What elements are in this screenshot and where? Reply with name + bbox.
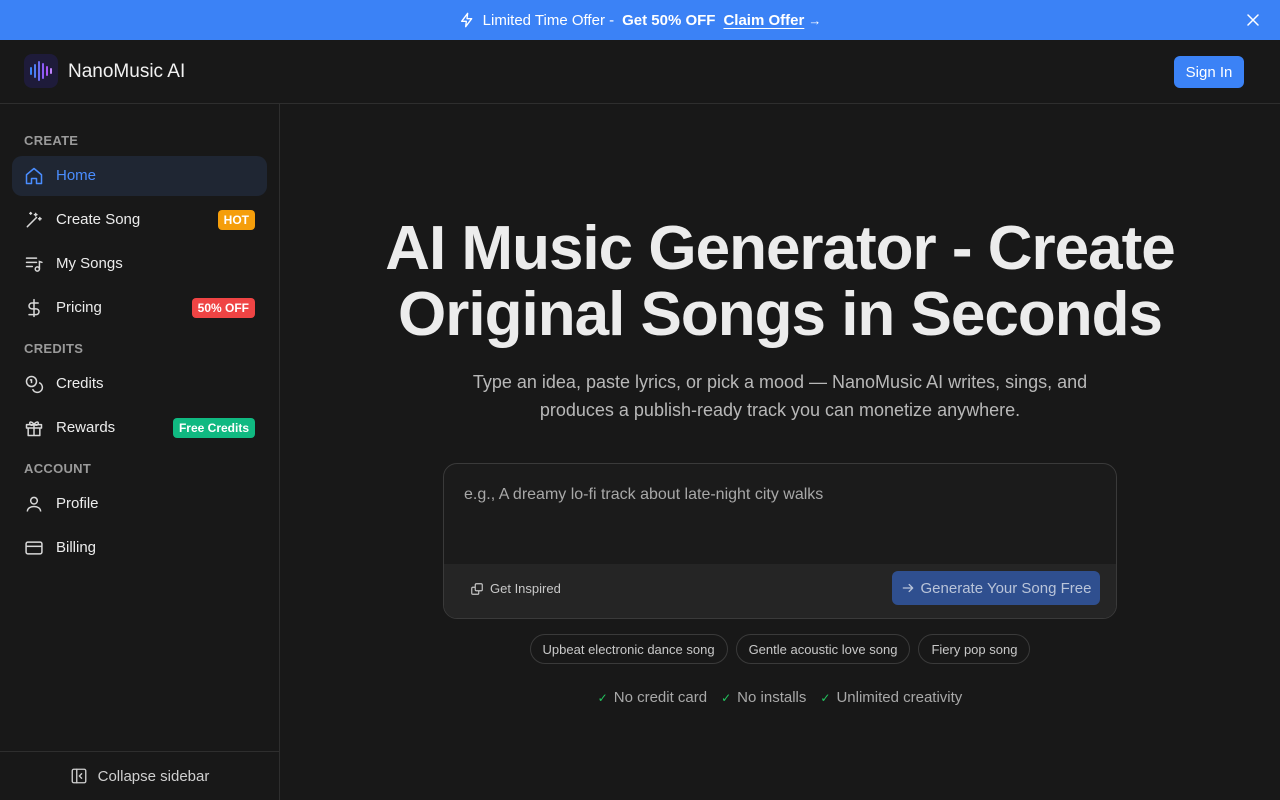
generate-label: Generate Your Song Free: [920, 579, 1092, 597]
feature-item: ✓ No credit card: [598, 689, 707, 706]
sidebar-item-label: Rewards: [56, 419, 116, 436]
discount-badge: 50% OFF: [191, 298, 255, 318]
hot-badge: HOT: [217, 210, 255, 230]
free-credits-badge: Free Credits: [172, 418, 255, 438]
generate-song-button[interactable]: Generate Your Song Free: [892, 571, 1100, 605]
sidebar-item-my-songs[interactable]: My Songs: [12, 244, 267, 284]
page-title: AI Music Generator - Create Original Son…: [280, 216, 1280, 348]
collapse-sidebar-label: Collapse sidebar: [97, 767, 210, 785]
prompt-box: Get Inspired Generate Your Song Free: [443, 463, 1117, 619]
collapse-sidebar-button[interactable]: Collapse sidebar: [0, 751, 279, 800]
feature-label: Unlimited creativity: [836, 689, 963, 706]
main-content: AI Music Generator - Create Original Son…: [280, 104, 1280, 800]
top-header: NanoMusic AI Sign In: [0, 40, 1280, 104]
sidebar-item-rewards[interactable]: Rewards Free Credits: [12, 408, 267, 448]
section-label-credits: CREDITS: [24, 341, 84, 356]
dollar-icon: [24, 298, 44, 318]
get-inspired-label: Get Inspired: [490, 581, 561, 596]
close-icon[interactable]: [1244, 11, 1262, 29]
feature-item: ✓ Unlimited creativity: [820, 689, 962, 706]
suggestion-chips: Upbeat electronic dance song Gentle acou…: [280, 634, 1280, 664]
sidebar-item-label: Credits: [56, 375, 104, 392]
title-line-1: AI Music Generator - Create: [385, 214, 1176, 283]
suggestion-chip[interactable]: Gentle acoustic love song: [735, 634, 911, 664]
sidebar-item-label: Create Song: [56, 211, 141, 228]
dice-icon: [470, 582, 484, 596]
claim-offer-link[interactable]: Claim Offer: [723, 12, 804, 29]
get-inspired-button[interactable]: Get Inspired: [470, 581, 561, 596]
check-icon: ✓: [597, 690, 608, 705]
promo-text: Limited Time Offer -: [482, 11, 615, 29]
sign-in-button[interactable]: Sign In: [1174, 56, 1244, 88]
audio-wave-icon[interactable]: [24, 54, 58, 88]
arrow-right-icon: →: [808, 12, 822, 28]
check-icon: ✓: [820, 690, 831, 705]
promo-banner: Limited Time Offer - Get 50% OFF Claim O…: [0, 0, 1280, 40]
title-line-2: Original Songs in Seconds: [398, 280, 1163, 349]
check-icon: ✓: [721, 690, 732, 705]
feature-label: No credit card: [613, 689, 708, 706]
suggestion-chip[interactable]: Fiery pop song: [918, 634, 1031, 664]
arrow-right-icon: [901, 581, 915, 595]
song-prompt-input[interactable]: [444, 464, 1116, 564]
suggestion-chip[interactable]: Upbeat electronic dance song: [529, 634, 728, 664]
sidebar-item-credits[interactable]: Credits: [12, 364, 267, 404]
section-label-create: CREATE: [24, 133, 79, 148]
sidebar-item-home[interactable]: Home: [12, 156, 267, 196]
home-icon: [24, 166, 44, 186]
sidebar-item-label: Billing: [56, 539, 97, 556]
sidebar-item-pricing[interactable]: Pricing 50% OFF: [12, 288, 267, 328]
section-label-account: ACCOUNT: [24, 461, 92, 476]
prompt-footer: Get Inspired Generate Your Song Free: [444, 564, 1116, 618]
magic-wand-icon: [24, 210, 44, 230]
feature-item: ✓ No installs: [721, 689, 806, 706]
coins-icon: [24, 374, 44, 394]
sidebar: CREATE Home Create Song HOT My Songs Pri…: [0, 104, 280, 800]
sidebar-item-label: My Songs: [56, 255, 123, 272]
music-list-icon: [24, 254, 44, 274]
lightning-bolt-icon: [459, 12, 475, 28]
promo-highlight: Get 50% OFF: [622, 11, 716, 29]
feature-list: ✓ No credit card ✓ No installs ✓ Unlimit…: [280, 689, 1280, 706]
sidebar-item-profile[interactable]: Profile: [12, 484, 267, 524]
sidebar-item-label: Pricing: [56, 299, 102, 316]
user-icon: [24, 494, 44, 514]
feature-label: No installs: [737, 689, 807, 706]
sidebar-item-label: Profile: [56, 495, 99, 512]
sidebar-collapse-icon: [70, 767, 88, 785]
hero-subtitle: Type an idea, paste lyrics, or pick a mo…: [472, 372, 1088, 420]
sidebar-item-label: Home: [56, 167, 97, 184]
credit-card-icon: [24, 538, 44, 558]
gift-icon: [24, 418, 44, 438]
brand-name[interactable]: NanoMusic AI: [68, 61, 185, 83]
sidebar-item-billing[interactable]: Billing: [12, 528, 267, 568]
sidebar-item-create-song[interactable]: Create Song HOT: [12, 200, 267, 240]
